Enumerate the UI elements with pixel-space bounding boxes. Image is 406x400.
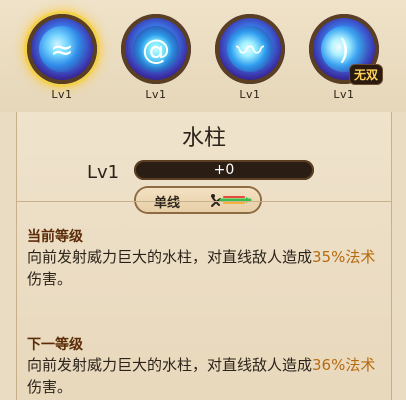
current-level-desc: 向前发射威力巨大的水柱，对直线敌人造成35%法术 伤害。 xyxy=(27,246,377,290)
next-level-damage: 36%法术 xyxy=(312,356,376,374)
skill-slot-1[interactable]: ≈ Lv1 xyxy=(25,14,99,102)
wave-fish-icon: 〰 xyxy=(235,34,264,67)
next-level-desc-text-2: 伤害。 xyxy=(27,378,73,396)
next-level-desc: 向前发射威力巨大的水柱，对直线敌人造成36%法术 伤害。 xyxy=(27,354,377,398)
skill-orb[interactable]: @ xyxy=(121,14,191,84)
water-swirl-icon: ≈ xyxy=(50,32,74,66)
skill-slot-4[interactable]: ) 无双 Lv1 xyxy=(307,14,383,102)
unique-badge: 无双 xyxy=(348,64,383,85)
line-attack-icon xyxy=(211,194,252,207)
exp-bar-text: +0 xyxy=(213,162,235,178)
vortex-icon: @ xyxy=(142,32,170,66)
current-level-desc-text-1: 向前发射威力巨大的水柱，对直线敌人造成 xyxy=(27,248,313,266)
skill-title: 水柱 xyxy=(181,126,226,151)
skill-type-pill: 单线 xyxy=(136,188,260,212)
skill-orb[interactable]: ≈ xyxy=(27,14,97,84)
skill-list: ≈ Lv1 @ Lv1 〰 Lv1 ) 无双 Lv1 xyxy=(0,0,406,112)
level-label: Lv1 xyxy=(87,162,120,183)
section-divider xyxy=(17,201,391,202)
next-level-heading: 下一等级 xyxy=(27,337,83,353)
skill-level-label: Lv1 xyxy=(239,88,261,101)
skill-detail-panel: 水柱 Lv1 +0 单线 当前等级 向前发射威力巨大的水柱，对直线敌人造成35%… xyxy=(16,112,392,400)
exp-bar: +0 xyxy=(134,160,314,180)
skill-orb[interactable]: 〰 xyxy=(215,14,285,84)
skill-level-label: Lv1 xyxy=(333,88,355,101)
next-level-desc-text-1: 向前发射威力巨大的水柱，对直线敌人造成 xyxy=(27,356,313,374)
skill-level-label: Lv1 xyxy=(51,88,73,101)
current-level-damage: 35%法术 xyxy=(312,248,376,266)
skill-level-label: Lv1 xyxy=(145,88,167,101)
current-level-desc-text-2: 伤害。 xyxy=(27,270,73,288)
skill-slot-2[interactable]: @ Lv1 xyxy=(119,14,193,102)
skill-slot-3[interactable]: 〰 Lv1 xyxy=(213,14,287,102)
current-level-heading: 当前等级 xyxy=(27,229,83,245)
